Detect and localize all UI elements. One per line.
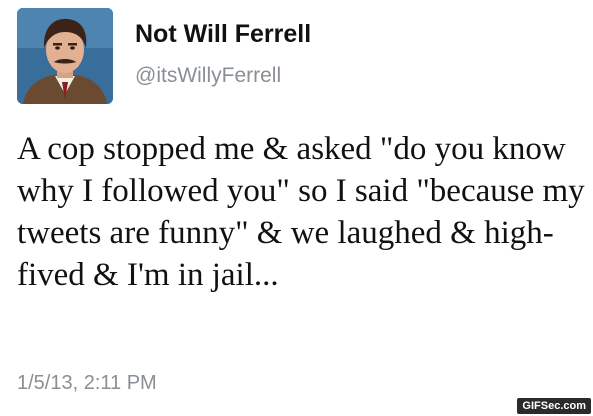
tweet-text: A cop stopped me & asked "do you know wh…	[17, 131, 585, 293]
avatar[interactable]	[17, 8, 113, 104]
profile-photo-icon	[17, 8, 113, 104]
watermark: GIFSec.com	[517, 398, 591, 414]
user-handle[interactable]: @itsWillyFerrell	[135, 64, 281, 88]
tweet-card: Not Will Ferrell @itsWillyFerrell A cop …	[0, 0, 593, 416]
display-name[interactable]: Not Will Ferrell	[135, 20, 311, 49]
tweet-timestamp[interactable]: 1/5/13, 2:11 PM	[17, 372, 157, 395]
